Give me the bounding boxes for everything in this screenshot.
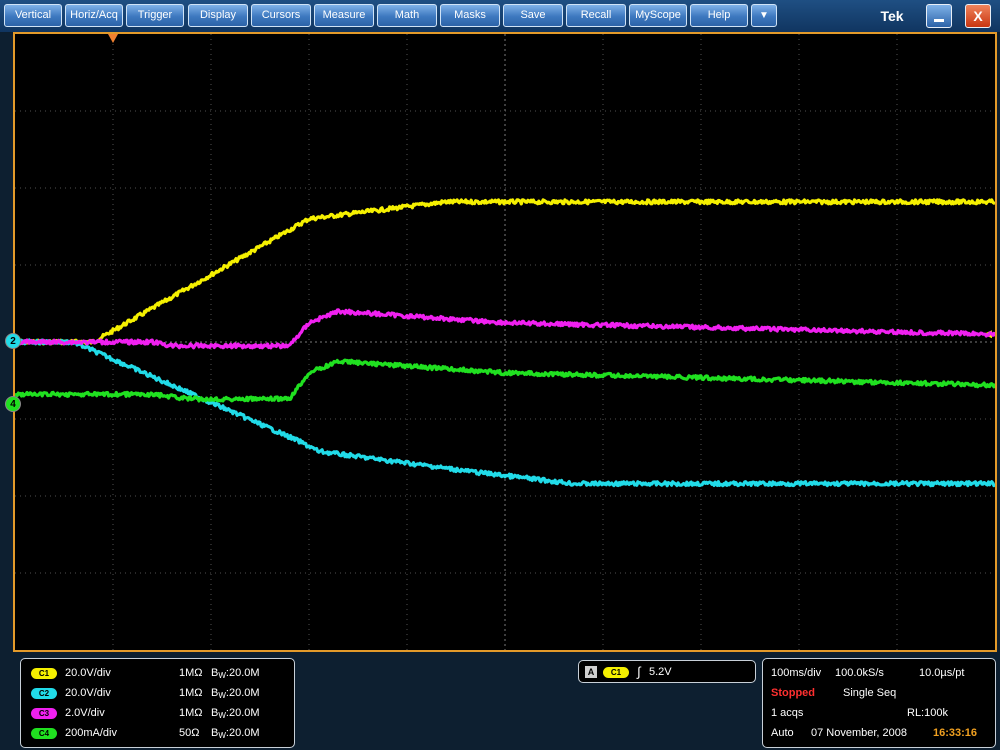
ch4-impedance: 50Ω — [179, 727, 200, 739]
acquisition-mode: Single Seq — [843, 687, 897, 699]
menu-horiz-acq[interactable]: Horiz/Acq — [65, 4, 123, 27]
ch3-bandwidth: BW:20.0M — [211, 707, 260, 720]
menu-recall[interactable]: Recall — [566, 4, 626, 27]
waveform-chart — [15, 34, 995, 650]
menu-myscope[interactable]: MyScope — [629, 4, 687, 27]
ch4-badge[interactable]: C4 — [31, 728, 57, 739]
time-per-point: 10.0µs/pt — [919, 667, 965, 679]
waveform-display[interactable] — [13, 32, 997, 652]
close-button[interactable]: X — [965, 4, 991, 28]
ch2-impedance: 1MΩ — [179, 687, 203, 699]
menu-dropdown-button[interactable]: ▼ — [751, 4, 777, 27]
ch2-ground-marker[interactable]: 2 — [5, 333, 21, 349]
ch1-scale: 20.0V/div — [65, 667, 111, 679]
trigger-mode-label: A — [585, 666, 597, 678]
ch1-impedance: 1MΩ — [179, 667, 203, 679]
trigger-level: 5.2V — [649, 666, 672, 678]
tek-logo: Tek — [880, 8, 904, 24]
acquisition-count: 1 acqs — [771, 707, 804, 719]
menu-help[interactable]: Help — [690, 4, 748, 27]
sample-rate: 100.0kS/s — [835, 667, 884, 679]
ch4-bandwidth: BW:20.0M — [211, 727, 260, 740]
ch1-bandwidth: BW:20.0M — [211, 667, 260, 680]
ch1-badge[interactable]: C1 — [31, 668, 57, 679]
acquisition-panel[interactable]: 100ms/div 100.0kS/s 10.0µs/pt Stopped Si… — [762, 658, 996, 748]
menu-display[interactable]: Display — [188, 4, 248, 27]
menu-bar: Vertical Horiz/Acq Trigger Display Curso… — [0, 0, 1000, 32]
ch4-scale: 200mA/div — [65, 727, 117, 739]
ch2-badge[interactable]: C2 — [31, 688, 57, 699]
rising-edge-icon: ∫ — [637, 664, 641, 679]
acquisition-time: 16:33:16 — [933, 727, 978, 739]
ch2-bandwidth: BW:20.0M — [211, 687, 260, 700]
menu-masks[interactable]: Masks — [440, 4, 500, 27]
ch2-scale: 20.0V/div — [65, 687, 111, 699]
acquisition-state: Stopped — [771, 687, 815, 699]
record-length: RL:100k — [907, 707, 948, 719]
trigger-source-badge[interactable]: C1 — [603, 667, 629, 678]
menu-trigger[interactable]: Trigger — [126, 4, 184, 27]
ch3-badge[interactable]: C3 — [31, 708, 57, 719]
menu-vertical[interactable]: Vertical — [4, 4, 62, 27]
timebase: 100ms/div — [771, 667, 822, 679]
minimize-button[interactable] — [926, 4, 952, 28]
channel-settings-panel[interactable]: C1 20.0V/div 1MΩ BW:20.0M C2 20.0V/div 1… — [20, 658, 295, 748]
minimize-icon — [934, 19, 944, 22]
menu-measure[interactable]: Measure — [314, 4, 374, 27]
trigger-position-marker — [108, 34, 118, 43]
menu-save[interactable]: Save — [503, 4, 563, 27]
menu-math[interactable]: Math — [377, 4, 437, 27]
trigger-mode: Auto — [771, 727, 794, 739]
acquisition-date: 07 November, 2008 — [811, 727, 908, 739]
ch3-impedance: 1MΩ — [179, 707, 203, 719]
trigger-readout[interactable]: A C1 ∫ 5.2V — [578, 660, 756, 683]
menu-cursors[interactable]: Cursors — [251, 4, 311, 27]
ch3-scale: 2.0V/div — [65, 707, 105, 719]
ch4-ground-marker[interactable]: 4 — [5, 396, 21, 412]
trace-c2 — [15, 338, 995, 488]
